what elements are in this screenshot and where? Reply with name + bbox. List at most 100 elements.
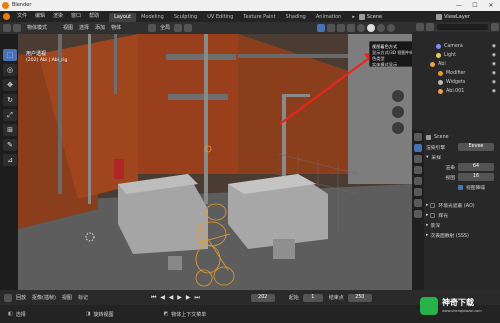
sampling-header[interactable]: ▾ 采样 (426, 152, 498, 162)
chevron-right-icon[interactable]: ▸ (352, 14, 355, 20)
tool-tab-icon[interactable] (414, 133, 422, 141)
outliner-item[interactable]: Abi.001 ◉ (412, 87, 500, 96)
menu-file[interactable]: 文件 (13, 11, 31, 22)
eye-icon[interactable]: ◉ (492, 60, 496, 69)
bloom-checkbox[interactable] (430, 212, 436, 218)
tab-shading[interactable]: Shading (281, 13, 311, 22)
status-context-menu: 物体上下文菜单 (171, 311, 207, 318)
minimize-button[interactable]: — (451, 0, 467, 11)
shading-rendered-icon[interactable] (387, 24, 396, 32)
sss-row[interactable]: ▸ 次表面散射 (SSS) (426, 230, 498, 240)
menu-add[interactable]: 添加 (92, 22, 108, 34)
xray-icon[interactable] (347, 24, 356, 32)
outliner-search-input[interactable] (437, 24, 488, 30)
start-frame-field[interactable]: 1 (302, 293, 323, 302)
scale-tool-icon[interactable]: ⤢ (3, 109, 17, 121)
view-object-types-icon[interactable] (317, 24, 326, 32)
gizmo-icon[interactable] (327, 24, 336, 32)
modifier-tab-icon[interactable] (414, 210, 422, 218)
chevron-right-icon: ▸ (426, 202, 429, 208)
tab-uv-editing[interactable]: UV Editing (202, 13, 238, 22)
bloom-row[interactable]: ▸ 辉光 (426, 210, 498, 220)
menu-view[interactable]: 视图 (60, 22, 76, 34)
outliner-editor-icon[interactable] (416, 23, 424, 31)
tab-texture-paint[interactable]: Texture Paint (238, 13, 280, 22)
menu-render[interactable]: 渲染 (49, 11, 67, 22)
bloom-label: 辉光 (438, 213, 449, 219)
end-frame-field[interactable]: 250 (347, 293, 372, 302)
eye-icon[interactable]: ◉ (492, 42, 496, 51)
outliner-item[interactable]: Modifier ◉ (412, 69, 500, 78)
shading-material-icon[interactable] (377, 24, 386, 32)
eye-icon[interactable]: ◉ (492, 69, 496, 78)
transform-orientation-icon[interactable] (148, 24, 157, 32)
rotate-tool-icon[interactable]: ↻ (3, 94, 17, 106)
menu-object[interactable]: 物体 (108, 22, 124, 34)
outliner-item-label: Abi.001 (446, 89, 465, 94)
measure-tool-icon[interactable]: ⊿ (3, 154, 17, 166)
annotate-tool-icon[interactable]: ✎ (3, 139, 17, 151)
title-bar: Blender — ☐ ✕ (0, 0, 500, 11)
tab-animation[interactable]: Animation (311, 13, 347, 22)
world-tab-icon[interactable] (414, 188, 422, 196)
tool-shelf: ⬚ ◎ ✥ ↻ ⤢ ⊞ ✎ ⊿ (3, 49, 17, 169)
tab-sculpting[interactable]: Sculpting (169, 13, 202, 22)
3d-viewport[interactable]: 用户透视 (202) Abi | Abi_rig (18, 34, 412, 290)
transform-tool-icon[interactable]: ⊞ (3, 124, 17, 136)
maximize-button[interactable]: ☐ (467, 0, 483, 11)
scene-tab-icon[interactable] (414, 177, 422, 185)
eye-icon[interactable]: ◉ (492, 87, 496, 96)
playback-controls[interactable]: ⏮ ◀ ◀ ▶ ▶ ⏭ (151, 294, 201, 302)
timeline-editor-icon[interactable] (4, 293, 12, 302)
viewport-samples-field[interactable]: 16 (458, 173, 494, 181)
mouse-right-icon: ◩ (163, 311, 169, 317)
outliner-item[interactable]: Light ◉ (412, 51, 500, 60)
menu-edit[interactable]: 编辑 (31, 11, 49, 22)
ao-row[interactable]: ▸ 环境光遮蔽 (AO) (426, 200, 498, 210)
menu-select[interactable]: 选择 (76, 22, 92, 34)
view-layer-tab-icon[interactable] (414, 166, 422, 174)
transform-orientation-dropdown[interactable]: 全局 (157, 22, 173, 34)
render-samples-field[interactable]: 64 (458, 163, 494, 171)
proportional-edit-icon[interactable] (184, 24, 193, 32)
outliner-item[interactable]: Widgets ◉ (412, 78, 500, 87)
depth-of-field-row[interactable]: ▸ 景深 (426, 220, 498, 230)
current-frame-field[interactable]: 202 (250, 293, 275, 302)
select-mode-icon[interactable] (13, 24, 21, 32)
render-engine-dropdown[interactable]: Eevee (458, 143, 494, 151)
object-tab-icon[interactable] (414, 199, 422, 207)
outliner-filter-icon[interactable] (426, 23, 434, 31)
denoise-row[interactable]: 视图降噪 (426, 182, 498, 192)
snap-icon[interactable] (174, 24, 183, 32)
overlay-icon[interactable] (337, 24, 346, 32)
tab-layout[interactable]: Layout (109, 12, 137, 22)
outliner-item[interactable]: Camera ◉ (412, 42, 500, 51)
close-button[interactable]: ✕ (483, 0, 499, 11)
output-tab-icon[interactable] (414, 155, 422, 163)
outliner-item-label: Camera (444, 44, 463, 49)
funnel-icon[interactable] (491, 23, 499, 31)
blender-menu-icon[interactable] (3, 13, 10, 20)
view-layer-name[interactable]: ViewLayer (444, 14, 470, 20)
move-tool-icon[interactable]: ✥ (3, 79, 17, 91)
scene-name[interactable]: Scene (367, 14, 382, 20)
ao-checkbox[interactable] (430, 202, 436, 208)
cursor-tool-icon[interactable]: ◎ (3, 64, 17, 76)
timeline-view-menu[interactable]: 视图 (59, 292, 75, 304)
eye-icon[interactable]: ◉ (492, 78, 496, 87)
outliner-item[interactable]: Abi ◉ (412, 60, 500, 69)
playback-menu[interactable]: 回放 (13, 292, 29, 304)
render-tab-icon[interactable] (414, 144, 422, 152)
select-box-tool-icon[interactable]: ⬚ (3, 49, 17, 61)
shading-solid-icon[interactable] (367, 24, 376, 32)
menu-window[interactable]: 窗口 (67, 11, 85, 22)
shading-wireframe-icon[interactable] (357, 24, 366, 32)
tab-modeling[interactable]: Modeling (136, 13, 169, 22)
mode-dropdown[interactable]: 物体模式 (24, 22, 50, 34)
editor-type-icon[interactable] (3, 24, 11, 32)
marker-menu[interactable]: 标记 (75, 292, 91, 304)
eye-icon[interactable]: ◉ (492, 51, 496, 60)
keying-menu[interactable]: 抠像(插帧) (29, 292, 59, 304)
menu-help[interactable]: 帮助 (85, 11, 103, 22)
denoise-checkbox[interactable] (458, 184, 463, 190)
